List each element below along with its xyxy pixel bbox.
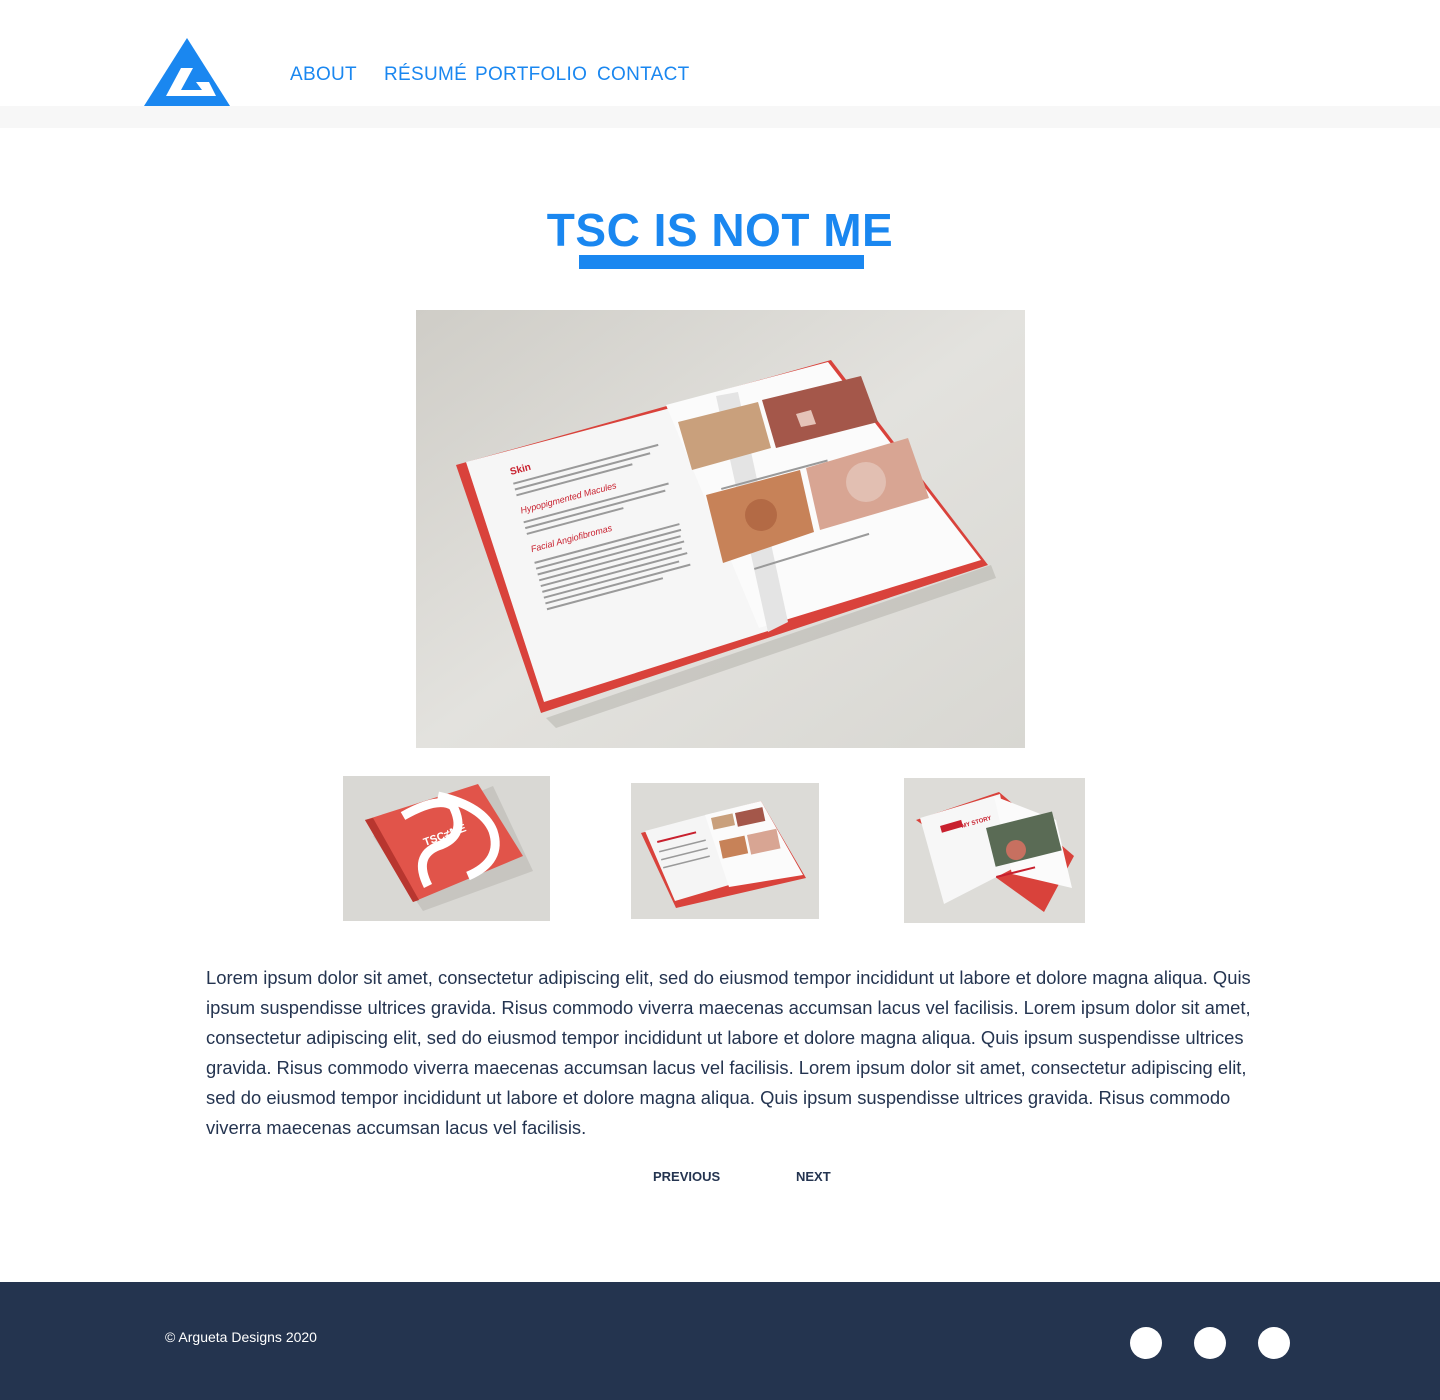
site-header: ABOUT RÉSUMÉ PORTFOLIO CONTACT [0, 0, 1440, 106]
project-description: Lorem ipsum dolor sit amet, consectetur … [206, 967, 1251, 1138]
social-icon-1[interactable] [1130, 1327, 1162, 1359]
nav-resume[interactable]: RÉSUMÉ [384, 64, 467, 86]
previous-link[interactable]: PREVIOUS [653, 1169, 720, 1184]
social-icon-2[interactable] [1194, 1327, 1226, 1359]
hero-book-image: Skin Hypopigmented Macules Facial Angiof… [416, 310, 1025, 748]
copyright-text: © Argueta Designs 2020 [165, 1329, 317, 1345]
thumbnail-spread-skin[interactable] [631, 783, 819, 919]
nav-portfolio[interactable]: PORTFOLIO [475, 64, 587, 86]
site-footer: © Argueta Designs 2020 [0, 1282, 1440, 1400]
nav-contact[interactable]: CONTACT [597, 64, 690, 86]
next-link[interactable]: NEXT [796, 1169, 831, 1184]
page-title: TSC IS NOT ME [546, 204, 894, 256]
title-underline [579, 255, 864, 269]
thumbnail-cover[interactable]: TSC≠ME [343, 776, 550, 921]
nav-about[interactable]: ABOUT [290, 64, 357, 86]
header-divider-band [0, 106, 1440, 128]
brand-logo-icon[interactable] [144, 38, 230, 106]
social-icon-3[interactable] [1258, 1327, 1290, 1359]
thumbnail-spread-story[interactable]: MY STORY [904, 778, 1085, 923]
